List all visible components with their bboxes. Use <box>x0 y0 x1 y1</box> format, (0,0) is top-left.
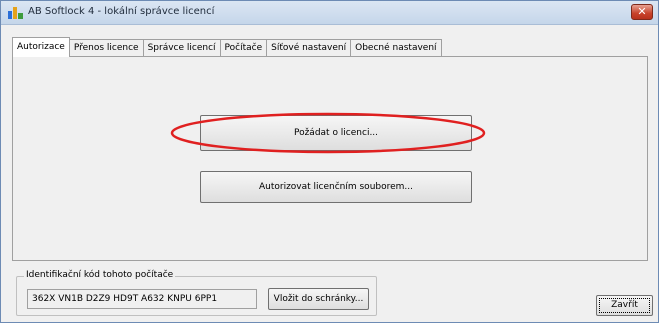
window-title: AB Softlock 4 - lokální správce licencí <box>28 6 215 17</box>
close-icon[interactable]: ✕ <box>631 4 653 20</box>
app-icon <box>8 7 24 19</box>
machine-id-group-label: Identifikační kód tohoto počítače <box>24 270 176 280</box>
authorize-license-file-button[interactable]: Autorizovat licenčním souborem... <box>200 171 472 203</box>
tab-pocitace[interactable]: Počítače <box>219 39 268 57</box>
license-manager-window: AB Softlock 4 - lokální správce licencí … <box>0 0 659 323</box>
machine-id-field[interactable]: 362X VN1B D2Z9 HD9T A632 KNPU 6PP1 <box>27 289 257 309</box>
tab-autorizace[interactable]: Autorizace <box>12 37 70 57</box>
authorization-panel: Požádat o licenci... Autorizovat licenčn… <box>12 56 648 261</box>
title-bar: AB Softlock 4 - lokální správce licencí … <box>1 1 658 25</box>
copy-to-clipboard-button[interactable]: Vložit do schránky... <box>268 288 369 310</box>
request-license-button[interactable]: Požádat o licenci... <box>200 115 472 151</box>
tab-obecne-nastaveni[interactable]: Obecné nastavení <box>350 39 442 57</box>
tab-spravce-licenci[interactable]: Správce licencí <box>142 39 221 57</box>
machine-id-group: Identifikační kód tohoto počítače 362X V… <box>16 270 377 316</box>
tab-sitove-nastaveni[interactable]: Síťové nastavení <box>266 39 352 57</box>
tab-prenos-licence[interactable]: Přenos licence <box>68 39 144 57</box>
close-button[interactable]: Zavřít <box>596 295 653 316</box>
tab-strip: Autorizace Přenos licence Správce licenc… <box>12 37 442 57</box>
